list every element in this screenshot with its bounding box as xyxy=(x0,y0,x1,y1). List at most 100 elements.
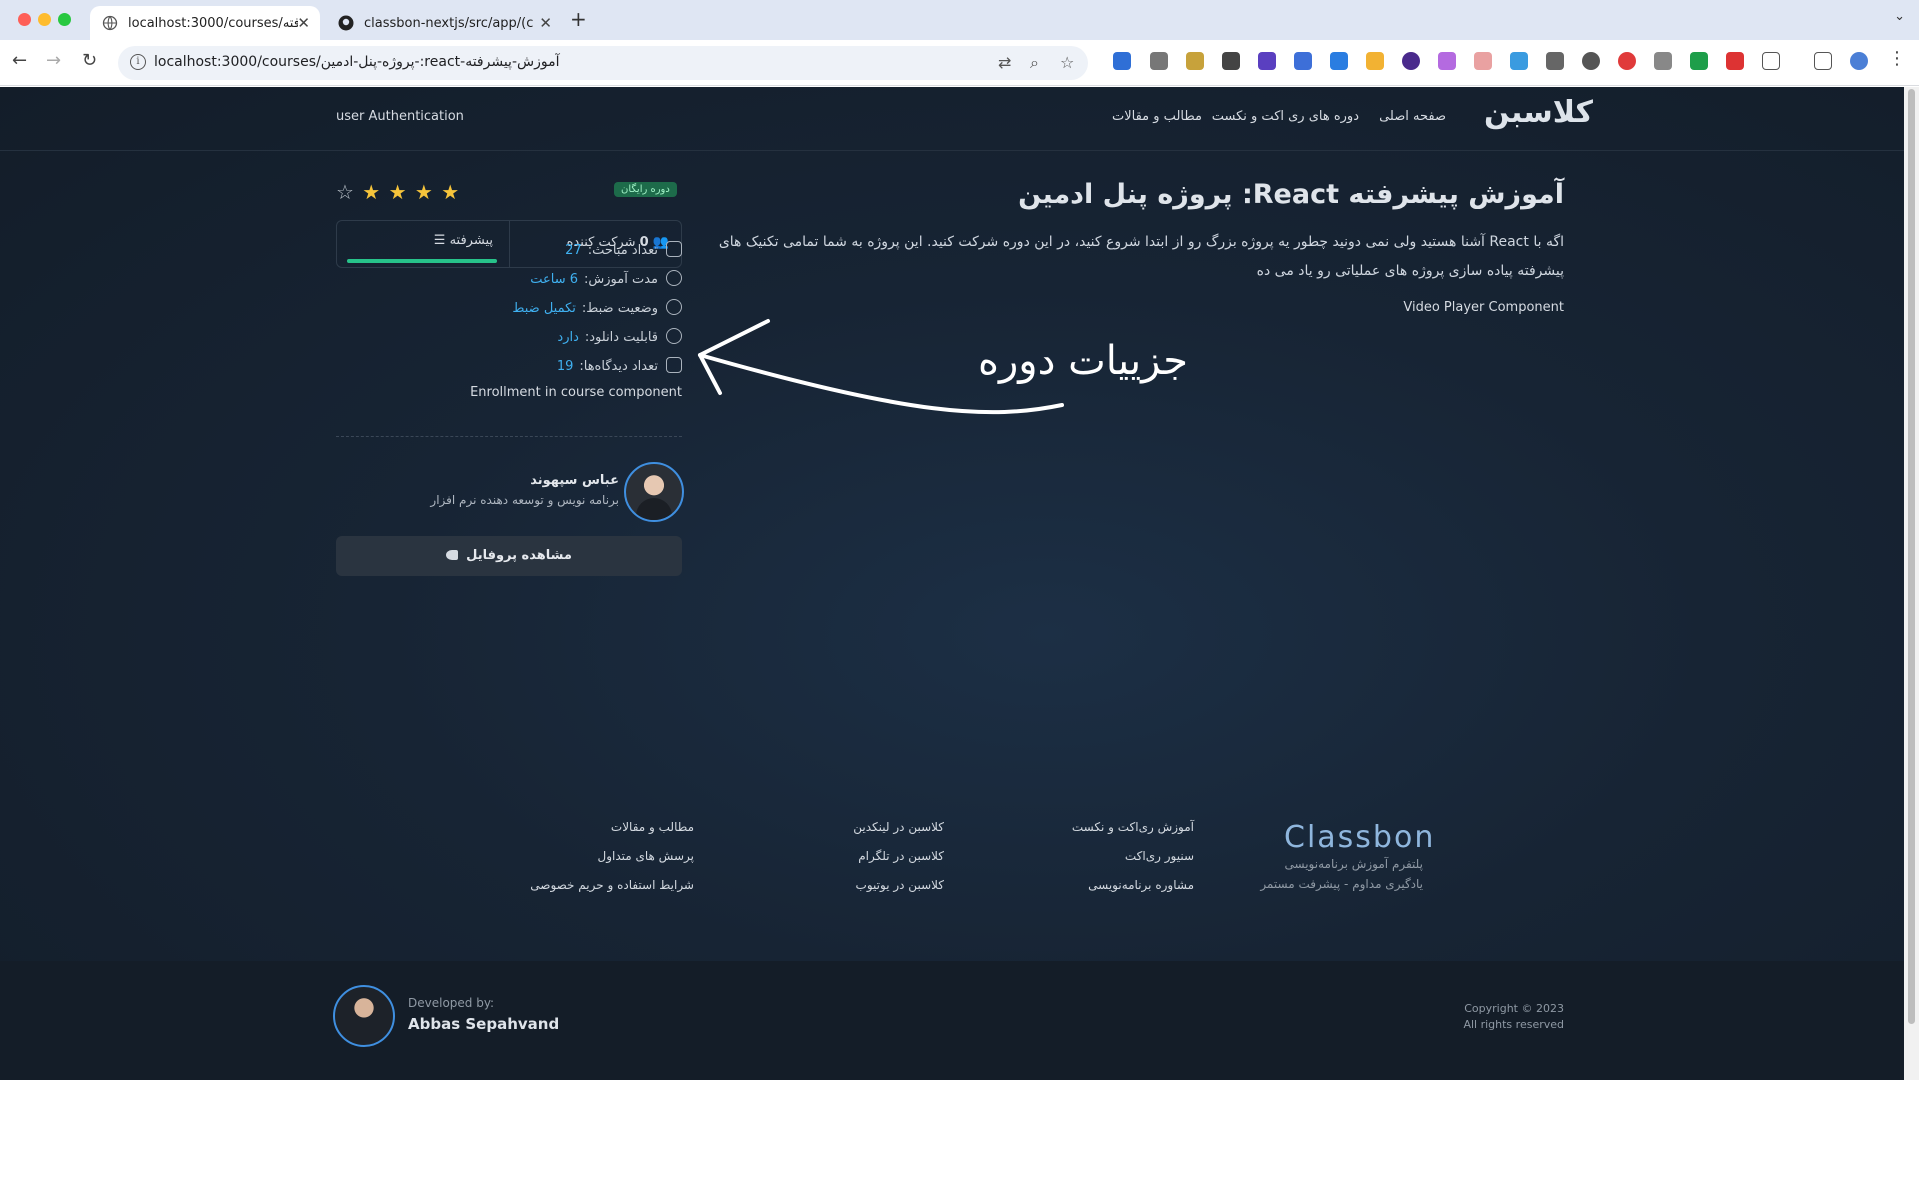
star-icon: ★ xyxy=(388,180,408,204)
detail-label: تعداد دیدگاه‌ها: xyxy=(579,359,658,374)
clipboard-icon xyxy=(666,241,682,257)
record-icon xyxy=(666,299,682,315)
extension-icon[interactable] xyxy=(1510,52,1528,70)
close-tab-icon[interactable]: ✕ xyxy=(539,14,552,32)
site-logo[interactable]: کلاسبن xyxy=(1484,95,1594,130)
scrollbar-thumb[interactable] xyxy=(1908,89,1915,1024)
extension-icon[interactable] xyxy=(1330,52,1348,70)
detail-topics: تعداد مباحث: 27 xyxy=(565,241,682,258)
site-info-icon[interactable]: i xyxy=(130,54,146,70)
extension-icon[interactable] xyxy=(1258,52,1276,70)
copyright-line: All rights reserved xyxy=(1463,1018,1564,1031)
shield-icon[interactable] xyxy=(1690,52,1708,70)
footer-link[interactable]: مشاوره برنامه‌نویسی xyxy=(1088,878,1194,892)
extension-icon[interactable] xyxy=(1654,52,1672,70)
level-icon: ☰ xyxy=(433,233,446,248)
extension-icon[interactable] xyxy=(1438,52,1456,70)
instructor-avatar xyxy=(624,462,684,522)
footer-link[interactable]: کلاسبن در لینکدین xyxy=(853,820,944,834)
detail-label: تعداد مباحث: xyxy=(587,243,658,258)
globe-icon xyxy=(102,15,118,31)
detail-value: 19 xyxy=(556,359,574,374)
footer-logo[interactable]: Classbon xyxy=(1284,820,1435,855)
enrollment-placeholder: Enrollment in course component xyxy=(470,385,682,400)
level-text: ☰ پیشرفته xyxy=(434,233,493,248)
nav-courses[interactable]: دوره های ری اکت و نکست xyxy=(1212,109,1359,124)
footer-link[interactable]: مطالب و مقالات xyxy=(611,820,694,834)
url-text[interactable]: localhost:3000/courses/پروژه-پنل-ادمین-:… xyxy=(154,54,559,70)
detail-recording-status: وضعیت ضبط: تکمیل ضبط xyxy=(512,299,682,316)
level-progress-fill xyxy=(347,259,497,263)
extension-icon[interactable] xyxy=(1582,52,1600,70)
footer-link[interactable]: سنیور ری‌اکت xyxy=(1125,849,1194,863)
extension-icon[interactable] xyxy=(1113,52,1131,70)
footer-link[interactable]: پرسش های متداول xyxy=(597,849,694,863)
comment-icon xyxy=(666,357,682,373)
footer-link[interactable]: کلاسبن در یوتیوب xyxy=(856,878,944,892)
profile-avatar-icon[interactable] xyxy=(1850,52,1868,70)
extension-icon[interactable] xyxy=(1186,52,1204,70)
footer-link[interactable]: شرایط استفاده و حریم خصوصی xyxy=(530,878,694,892)
developed-by-label: Developed by: xyxy=(408,996,495,1010)
detail-value: 6 ساعت xyxy=(530,272,579,287)
level-progress-bar xyxy=(347,259,497,263)
translate-icon[interactable]: ⇄ xyxy=(998,53,1011,72)
bookmark-star-icon[interactable]: ☆ xyxy=(1060,53,1074,72)
detail-comments: تعداد دیدگاه‌ها: 19 xyxy=(557,357,682,374)
video-player-placeholder: Video Player Component xyxy=(1403,300,1564,315)
extension-icon[interactable] xyxy=(1366,52,1384,70)
extension-icon[interactable] xyxy=(1294,52,1312,70)
instructor-name: عباس سپهوند xyxy=(530,473,619,488)
browser-tab-course[interactable]: localhost:3000/courses/پیشرفته ✕ xyxy=(90,6,320,40)
minimize-window-button[interactable] xyxy=(38,13,51,26)
footer-link[interactable]: کلاسبن در تلگرام xyxy=(858,849,944,863)
side-panel-icon[interactable] xyxy=(1814,52,1832,70)
nav-articles[interactable]: مطالب و مقالات xyxy=(1112,109,1202,124)
extension-icon[interactable] xyxy=(1474,52,1492,70)
reload-icon[interactable]: ↻ xyxy=(82,50,97,71)
extension-icon[interactable] xyxy=(1402,52,1420,70)
adblock-icon[interactable] xyxy=(1618,52,1636,70)
maximize-window-button[interactable] xyxy=(58,13,71,26)
view-profile-button[interactable]: مشاهده پروفایل xyxy=(336,536,682,576)
back-arrow-icon[interactable]: ← xyxy=(12,50,27,71)
new-tab-button[interactable]: + xyxy=(570,7,587,31)
close-window-button[interactable] xyxy=(18,13,31,26)
extension-icon[interactable] xyxy=(1726,52,1744,70)
nav-home[interactable]: صفحه اصلی xyxy=(1379,109,1446,124)
clock-icon xyxy=(666,270,682,286)
rating-stars: ☆ ★ ★ ★ ★ xyxy=(336,180,460,204)
puzzle-icon[interactable] xyxy=(1762,52,1780,70)
extension-icon[interactable] xyxy=(1150,52,1168,70)
address-bar[interactable]: i localhost:3000/courses/پروژه-پنل-ادمین… xyxy=(118,46,1088,80)
star-icon: ★ xyxy=(441,180,461,204)
instructor-role: برنامه نویس و توسعه دهنده نرم افزار xyxy=(430,493,619,507)
download-icon xyxy=(666,328,682,344)
star-empty-icon: ☆ xyxy=(336,180,355,204)
detail-label: وضعیت ضبط: xyxy=(581,301,658,316)
more-menu-icon[interactable]: ⋮ xyxy=(1888,48,1906,69)
developer-avatar xyxy=(333,985,395,1047)
copyright: Copyright © 2023 All rights reserved xyxy=(1463,1001,1564,1033)
footer-link[interactable]: آموزش ری‌اکت و نکست xyxy=(1072,820,1194,834)
bottom-bar: Developed by: Abbas Sepahvand Copyright … xyxy=(0,961,1904,1080)
zoom-icon[interactable]: ⌕ xyxy=(1030,53,1039,73)
extension-icon[interactable] xyxy=(1222,52,1240,70)
tab-search-chevron-icon[interactable]: ⌄ xyxy=(1894,9,1905,24)
page-scrollbar[interactable] xyxy=(1904,87,1919,1080)
level-stat: ☰ پیشرفته xyxy=(347,221,497,267)
free-course-badge: دوره رایگان xyxy=(614,182,677,197)
page-content: کلاسبن صفحه اصلی دوره های ری اکت و نکست … xyxy=(0,87,1904,1080)
forward-arrow-icon[interactable]: → xyxy=(46,50,61,71)
tab-title: classbon-nextjs/src/app/(cou xyxy=(364,15,534,31)
close-tab-icon[interactable]: ✕ xyxy=(297,14,310,32)
site-header: کلاسبن صفحه اصلی دوره های ری اکت و نکست … xyxy=(0,87,1904,151)
star-icon: ★ xyxy=(414,180,434,204)
detail-duration: مدت آموزش: 6 ساعت xyxy=(530,270,682,287)
footer-tagline: یادگیری مداوم - پیشرفت مستمر xyxy=(1260,877,1423,891)
detail-label: قابلیت دانلود: xyxy=(584,330,658,345)
course-description: اگه با React آشنا هستید ولی نمی دونید چط… xyxy=(718,234,1564,279)
level-label: پیشرفته xyxy=(449,233,493,248)
extension-icon[interactable] xyxy=(1546,52,1564,70)
browser-tab-github[interactable]: classbon-nextjs/src/app/(cou ✕ xyxy=(326,6,562,40)
